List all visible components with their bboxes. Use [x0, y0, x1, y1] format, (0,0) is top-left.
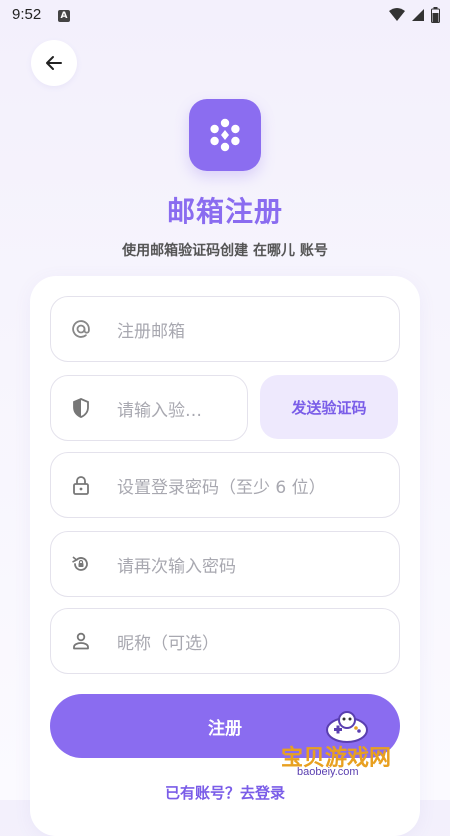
watermark: 宝贝游戏网 baobeiy.com [277, 706, 417, 786]
wifi-icon [389, 8, 405, 21]
shield-icon [71, 398, 91, 418]
watermark-url: baobeiy.com [297, 766, 359, 778]
flower-icon [210, 118, 240, 152]
page-title: 邮箱注册 [166, 195, 283, 228]
status-icons [389, 7, 440, 23]
password-placeholder: 设置登录密码（至少 6 位） [117, 477, 326, 498]
nickname-placeholder: 昵称（可选） [117, 633, 219, 654]
page-subtitle: 使用邮箱验证码创建 在哪儿 账号 [122, 243, 328, 259]
confirm-password-field[interactable]: 请再次输入密码 [50, 531, 400, 597]
back-button[interactable] [31, 40, 77, 86]
status-bar: 9:52 A [0, 0, 450, 32]
code-placeholder: 请输入验… [117, 400, 202, 421]
gamepad-mascot-icon [326, 711, 368, 743]
verification-code-field[interactable]: 请输入验… [50, 375, 248, 441]
confirm-password-placeholder: 请再次输入密码 [117, 556, 236, 577]
nickname-field[interactable]: 昵称（可选） [50, 608, 400, 674]
person-icon [71, 631, 91, 651]
status-time: 9:52 [12, 6, 42, 23]
password-field[interactable]: 设置登录密码（至少 6 位） [50, 452, 400, 518]
email-field[interactable]: 注册邮箱 [50, 296, 400, 362]
signal-icon [412, 9, 424, 21]
at-icon [71, 319, 91, 339]
send-code-button[interactable]: 发送验证码 [260, 375, 398, 439]
app-logo [189, 99, 261, 171]
notification-icon: A [58, 10, 70, 22]
arrow-left-icon [46, 56, 62, 70]
battery-icon [431, 7, 440, 23]
lock-icon [71, 475, 91, 495]
email-placeholder: 注册邮箱 [117, 321, 185, 342]
lock-reset-icon [71, 554, 91, 574]
